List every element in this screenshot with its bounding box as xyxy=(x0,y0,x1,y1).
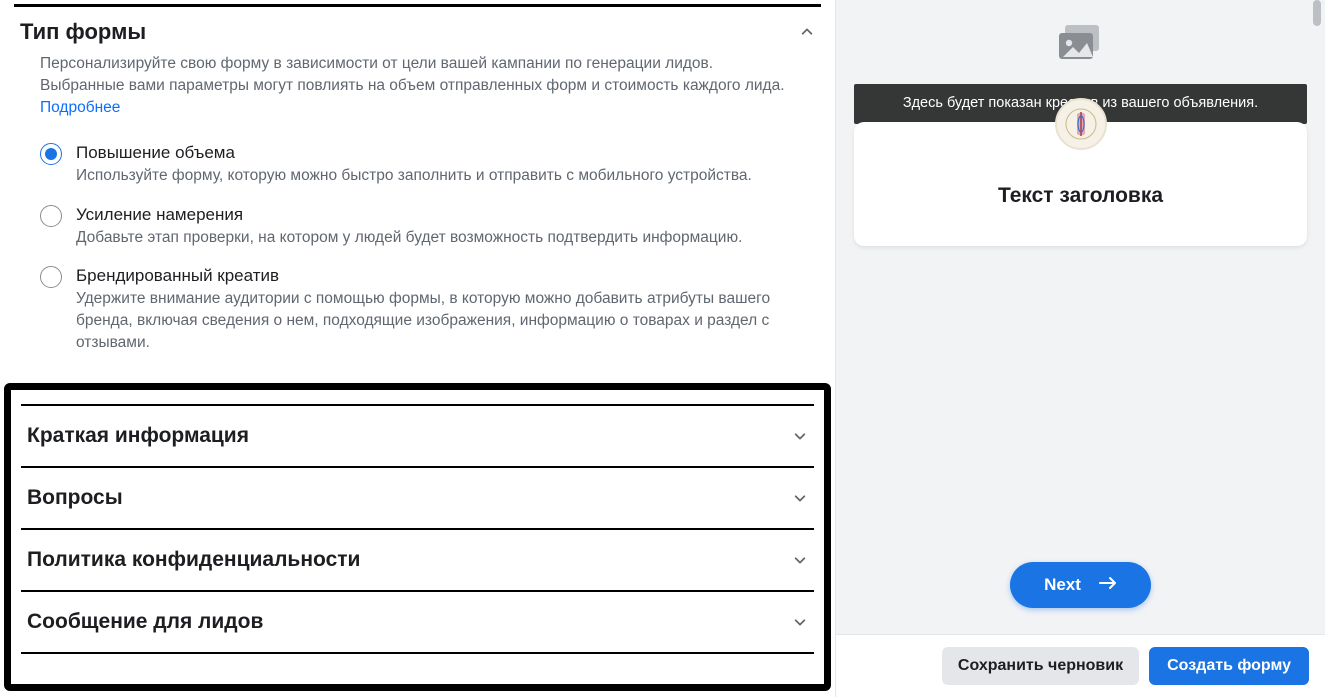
right-panel: Здесь будет показан креатив из вашего об… xyxy=(835,0,1325,697)
chevron-down-icon xyxy=(792,428,808,444)
footer-bar: Сохранить черновик Создать форму xyxy=(836,634,1325,697)
section-title: Вопросы xyxy=(27,486,123,510)
form-type-title: Тип формы xyxy=(20,19,146,45)
preview-headline: Текст заголовка xyxy=(864,184,1297,208)
save-draft-button[interactable]: Сохранить черновик xyxy=(942,647,1139,685)
images-icon xyxy=(1057,23,1105,68)
option-sub: Используйте форму, которую можно быстро … xyxy=(76,165,752,187)
option-label: Брендированный креатив xyxy=(76,264,795,286)
chevron-down-icon xyxy=(792,552,808,568)
option-branded-creative[interactable]: Брендированный креатив Удержите внимание… xyxy=(40,254,795,359)
scrollbar[interactable] xyxy=(1307,0,1323,697)
preview-area: Здесь будет показан креатив из вашего об… xyxy=(854,0,1307,626)
option-sub: Удержите внимание аудитории с помощью фо… xyxy=(76,288,795,353)
next-button-label: Next xyxy=(1044,575,1081,595)
section-questions[interactable]: Вопросы xyxy=(21,466,814,528)
option-sub: Добавьте этап проверки, на котором у люд… xyxy=(76,227,742,249)
arrow-right-icon xyxy=(1099,575,1117,595)
form-type-description: Персонализируйте свою форму в зависимост… xyxy=(0,53,835,123)
avatar xyxy=(1055,98,1107,150)
section-brief-info[interactable]: Краткая информация xyxy=(21,404,814,466)
next-button[interactable]: Next xyxy=(1010,562,1151,608)
option-higher-intent[interactable]: Усиление намерения Добавьте этап проверк… xyxy=(40,193,795,255)
section-privacy-policy[interactable]: Политика конфиденциальности xyxy=(21,528,814,590)
option-higher-volume[interactable]: Повышение объема Используйте форму, кото… xyxy=(40,131,795,193)
radio-icon[interactable] xyxy=(40,205,62,227)
highlighted-sections: Краткая информация Вопросы Политика конф… xyxy=(4,383,831,691)
creative-placeholder xyxy=(854,6,1307,84)
avatar-wrap xyxy=(854,98,1307,150)
radio-icon[interactable] xyxy=(40,266,62,288)
next-button-wrap: Next xyxy=(854,562,1307,626)
option-label: Повышение объема xyxy=(76,141,752,163)
chevron-down-icon xyxy=(792,490,808,506)
scrollbar-thumb[interactable] xyxy=(1313,0,1321,26)
learn-more-link[interactable]: Подробнее xyxy=(40,99,120,116)
form-type-desc-text: Персонализируйте свою форму в зависимост… xyxy=(40,55,785,94)
section-lead-message[interactable]: Сообщение для лидов xyxy=(21,590,814,654)
radio-icon[interactable] xyxy=(40,143,62,165)
chevron-down-icon xyxy=(792,614,808,630)
option-label: Усиление намерения xyxy=(76,203,742,225)
chevron-up-icon xyxy=(799,24,815,40)
form-type-options: Повышение объема Используйте форму, кото… xyxy=(0,123,835,377)
section-title: Сообщение для лидов xyxy=(27,610,263,634)
section-title: Политика конфиденциальности xyxy=(27,548,360,572)
section-title: Краткая информация xyxy=(27,424,249,448)
form-type-header[interactable]: Тип формы xyxy=(0,7,835,53)
create-form-button[interactable]: Создать форму xyxy=(1149,647,1309,685)
left-panel: Тип формы Персонализируйте свою форму в … xyxy=(0,0,835,697)
